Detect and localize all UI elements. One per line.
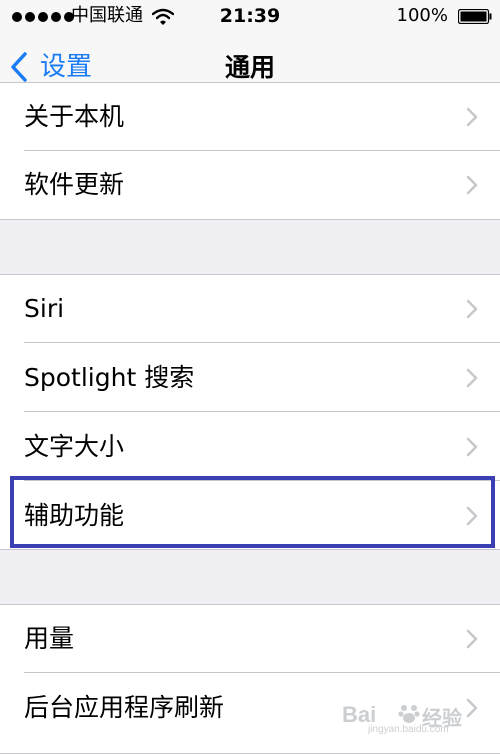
chevron-right-icon xyxy=(466,629,478,649)
settings-group-1: 关于本机 软件更新 xyxy=(0,82,500,220)
row-software-update[interactable]: 软件更新 xyxy=(0,151,500,219)
battery-percentage: 100% xyxy=(396,5,448,26)
row-label: 用量 xyxy=(24,624,75,653)
row-usage[interactable]: 用量 xyxy=(0,605,500,673)
baidu-jingyan-watermark: Bai 经验 jingyan.baidu.com xyxy=(342,700,472,736)
watermark-url: jingyan.baidu.com xyxy=(368,724,449,735)
row-separator xyxy=(24,411,500,412)
chevron-right-icon xyxy=(466,368,478,388)
row-separator xyxy=(24,672,500,673)
chevron-right-icon xyxy=(466,299,478,319)
page-title: 通用 xyxy=(224,53,275,82)
row-label: 关于本机 xyxy=(24,102,125,131)
row-separator xyxy=(24,342,500,343)
row-accessibility[interactable]: 辅助功能 xyxy=(0,482,500,550)
chevron-right-icon xyxy=(466,175,478,195)
battery-icon xyxy=(458,9,492,24)
status-bar: 中国联通 21:39 100% xyxy=(0,0,500,34)
row-label: 辅助功能 xyxy=(24,501,125,530)
row-text-size[interactable]: 文字大小 xyxy=(0,413,500,481)
row-siri[interactable]: Siri xyxy=(0,275,500,343)
paw-icon xyxy=(398,705,420,723)
chevron-right-icon xyxy=(466,107,478,127)
row-label: Siri xyxy=(24,294,65,323)
settings-group-2: Siri Spotlight 搜索 文字大小 辅助功能 xyxy=(0,274,500,550)
chevron-right-icon xyxy=(466,437,478,457)
row-spotlight-search[interactable]: Spotlight 搜索 xyxy=(0,344,500,412)
row-label: Spotlight 搜索 xyxy=(24,363,195,392)
row-separator xyxy=(24,480,500,481)
chevron-right-icon xyxy=(466,506,478,526)
row-label: 后台应用程序刷新 xyxy=(24,693,225,722)
row-label: 文字大小 xyxy=(24,432,125,461)
row-about[interactable]: 关于本机 xyxy=(0,83,500,151)
row-label: 软件更新 xyxy=(24,170,125,199)
